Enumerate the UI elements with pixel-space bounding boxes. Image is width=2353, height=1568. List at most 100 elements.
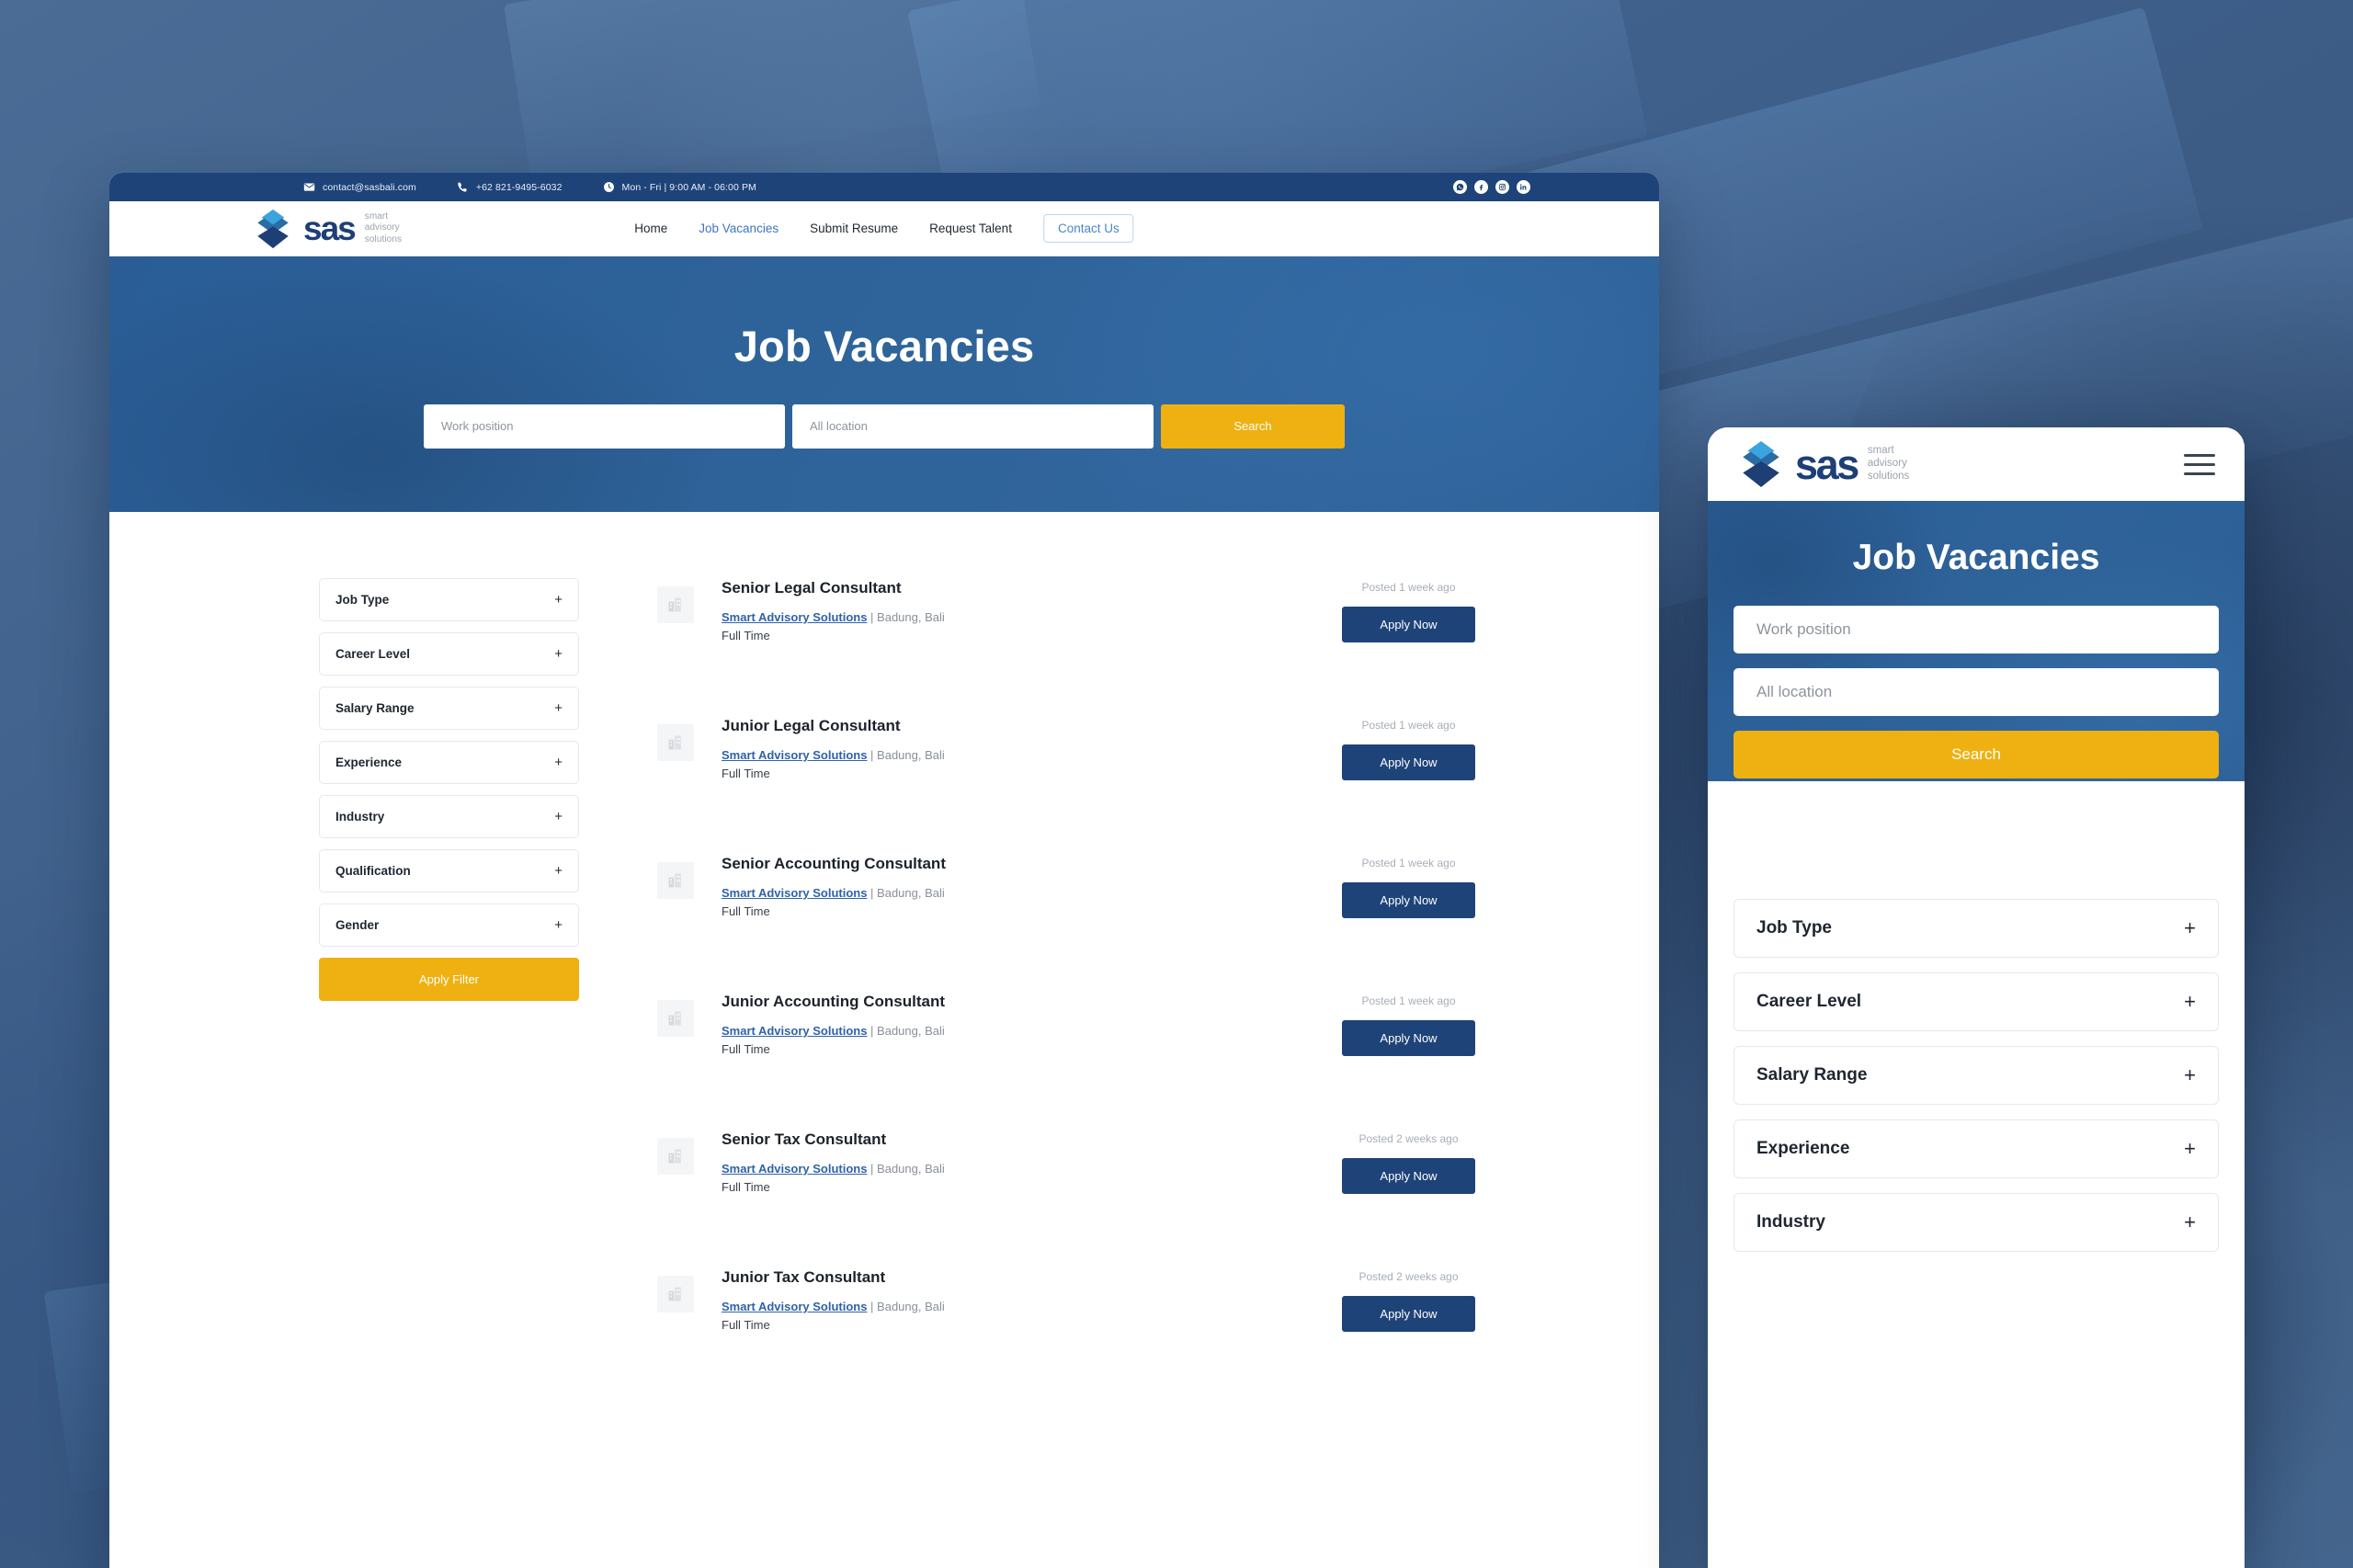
- job-posted-date: Posted 1 week ago: [1361, 719, 1456, 732]
- job-type: Full Time: [722, 904, 770, 919]
- nav-item-job-vacancies[interactable]: Job Vacancies: [699, 222, 779, 235]
- company-link[interactable]: Smart Advisory Solutions: [722, 748, 867, 762]
- mobile-logo-tagline-line1: smart: [1867, 445, 1894, 457]
- meta-separator: |: [867, 748, 878, 763]
- phone-text: +62 821-9495-6032: [475, 181, 563, 193]
- location-input[interactable]: All location: [792, 403, 1154, 449]
- expand-plus-icon: +: [554, 755, 563, 770]
- apply-now-button[interactable]: Apply Now: [1342, 1020, 1475, 1057]
- job-company-location: Smart Advisory Solutions | Badung, Bali: [722, 884, 1314, 903]
- mobile-filter-job-type[interactable]: Job Type +: [1733, 899, 2219, 958]
- hours-text: Mon - Fri | 9:00 AM - 06:00 PM: [621, 181, 756, 193]
- filter-sidebar: Job Type + Career Level + Salary Range +…: [319, 578, 579, 1405]
- main-navbar: sas smart advisory solutions Home Job Va…: [109, 201, 1659, 256]
- job-title[interactable]: Junior Tax Consultant: [722, 1267, 1314, 1288]
- company-link[interactable]: Smart Advisory Solutions: [722, 1024, 867, 1038]
- filter-industry[interactable]: Industry +: [319, 795, 579, 838]
- logo-tagline-line2: advisory: [364, 222, 400, 233]
- filter-gender[interactable]: Gender +: [319, 903, 579, 947]
- job-location: Badung, Bali: [877, 1162, 945, 1176]
- mobile-logo-wordmark: sas: [1795, 440, 1859, 488]
- mobile-mockup: sas smart advisory solutions Job Vacanci…: [1708, 427, 2245, 1568]
- contact-us-button[interactable]: Contact Us: [1042, 214, 1134, 243]
- filter-job-type[interactable]: Job Type +: [319, 578, 579, 621]
- apply-now-button[interactable]: Apply Now: [1342, 882, 1475, 919]
- sas-diamond-logo-icon: [1743, 441, 1779, 487]
- nav-links-group: Home Job Vacancies Submit Resume Request…: [634, 214, 1134, 243]
- email-info[interactable]: contact@sasbali.com: [303, 181, 416, 193]
- nav-item-submit-resume[interactable]: Submit Resume: [810, 222, 898, 235]
- mobile-filter-experience[interactable]: Experience +: [1733, 1119, 2219, 1178]
- search-button[interactable]: Search: [1161, 403, 1345, 449]
- apply-now-button[interactable]: Apply Now: [1342, 1158, 1475, 1195]
- expand-plus-icon: +: [2184, 1137, 2196, 1160]
- meta-separator: |: [867, 610, 878, 625]
- apply-now-button[interactable]: Apply Now: [1342, 607, 1475, 643]
- page-title: Job Vacancies: [733, 321, 1035, 370]
- job-title[interactable]: Senior Accounting Consultant: [722, 854, 1314, 874]
- phone-info[interactable]: +62 821-9495-6032: [457, 181, 563, 193]
- job-company-location: Smart Advisory Solutions | Badung, Bali: [722, 746, 1314, 765]
- job-actions: Posted 1 week ago Apply Now: [1342, 716, 1475, 781]
- job-title[interactable]: Junior Legal Consultant: [722, 716, 1314, 736]
- expand-plus-icon: +: [2184, 990, 2196, 1013]
- job-title[interactable]: Junior Accounting Consultant: [722, 992, 1314, 1012]
- work-position-input[interactable]: Work position: [424, 403, 785, 449]
- whatsapp-icon[interactable]: [1453, 180, 1467, 194]
- mobile-filter-salary-range[interactable]: Salary Range +: [1733, 1046, 2219, 1105]
- job-listing-row[interactable]: Junior Accounting Consultant Smart Advis…: [657, 992, 1475, 1130]
- job-posted-date: Posted 2 weeks ago: [1358, 1270, 1459, 1283]
- mobile-filter-list: Job Type + Career Level + Salary Range +…: [1708, 781, 2245, 1252]
- email-text: contact@sasbali.com: [323, 181, 416, 193]
- mobile-filter-career-level[interactable]: Career Level +: [1733, 972, 2219, 1031]
- nav-item-request-talent[interactable]: Request Talent: [929, 222, 1012, 235]
- job-listing-row[interactable]: Junior Legal Consultant Smart Advisory S…: [657, 716, 1475, 854]
- job-company-location: Smart Advisory Solutions | Badung, Bali: [722, 608, 1314, 627]
- apply-now-button[interactable]: Apply Now: [1342, 744, 1475, 781]
- company-link[interactable]: Smart Advisory Solutions: [722, 1300, 867, 1313]
- mobile-logo-brand[interactable]: sas smart advisory solutions: [1737, 440, 1909, 488]
- company-building-icon: [657, 862, 694, 899]
- nav-item-home[interactable]: Home: [634, 222, 667, 235]
- company-building-icon: [657, 1138, 694, 1175]
- phone-icon: [458, 182, 467, 192]
- facebook-icon[interactable]: [1474, 180, 1488, 194]
- mobile-location-input[interactable]: All location: [1733, 668, 2219, 716]
- job-listing-row[interactable]: Senior Legal Consultant Smart Advisory S…: [657, 578, 1475, 716]
- meta-separator: |: [867, 886, 878, 901]
- instagram-icon[interactable]: [1495, 180, 1509, 194]
- expand-plus-icon: +: [2184, 916, 2196, 939]
- job-location: Badung, Bali: [877, 1300, 945, 1314]
- logo-brand[interactable]: sas smart advisory solutions: [253, 209, 402, 249]
- job-title[interactable]: Senior Tax Consultant: [722, 1130, 1314, 1150]
- company-link[interactable]: Smart Advisory Solutions: [722, 1162, 867, 1176]
- mobile-work-position-input[interactable]: Work position: [1733, 606, 2219, 653]
- logo-tagline: smart advisory solutions: [365, 211, 402, 245]
- apply-now-button[interactable]: Apply Now: [1342, 1296, 1475, 1333]
- company-link[interactable]: Smart Advisory Solutions: [722, 610, 867, 624]
- filter-label: Salary Range: [335, 701, 415, 715]
- mobile-logo-tagline-line2: advisory: [1867, 458, 1907, 470]
- job-title[interactable]: Senior Legal Consultant: [722, 578, 1314, 598]
- job-listing-row[interactable]: Senior Tax Consultant Smart Advisory Sol…: [657, 1130, 1475, 1267]
- mobile-search-button[interactable]: Search: [1733, 731, 2219, 778]
- filter-salary-range[interactable]: Salary Range +: [319, 687, 579, 730]
- company-link[interactable]: Smart Advisory Solutions: [722, 886, 867, 900]
- filter-qualification[interactable]: Qualification +: [319, 849, 579, 892]
- apply-filter-button[interactable]: Apply Filter: [319, 958, 579, 1001]
- job-actions: Posted 2 weeks ago Apply Now: [1342, 1130, 1475, 1195]
- hamburger-menu-icon[interactable]: [2184, 453, 2215, 475]
- linkedin-icon[interactable]: [1517, 180, 1530, 194]
- filter-career-level[interactable]: Career Level +: [319, 632, 579, 676]
- hamburger-bar: [2184, 462, 2215, 466]
- hamburger-bar: [2184, 472, 2215, 475]
- mobile-logo-tagline-line3: solutions: [1867, 470, 1910, 482]
- job-listing-row[interactable]: Senior Accounting Consultant Smart Advis…: [657, 854, 1475, 992]
- mobile-filter-industry[interactable]: Industry +: [1733, 1193, 2219, 1252]
- expand-plus-icon: +: [2184, 1210, 2196, 1233]
- job-type: Full Time: [722, 767, 770, 781]
- job-posted-date: Posted 1 week ago: [1361, 857, 1456, 869]
- filter-experience[interactable]: Experience +: [319, 741, 579, 784]
- job-listing-row[interactable]: Junior Tax Consultant Smart Advisory Sol…: [657, 1267, 1475, 1405]
- hamburger-bar: [2184, 453, 2215, 457]
